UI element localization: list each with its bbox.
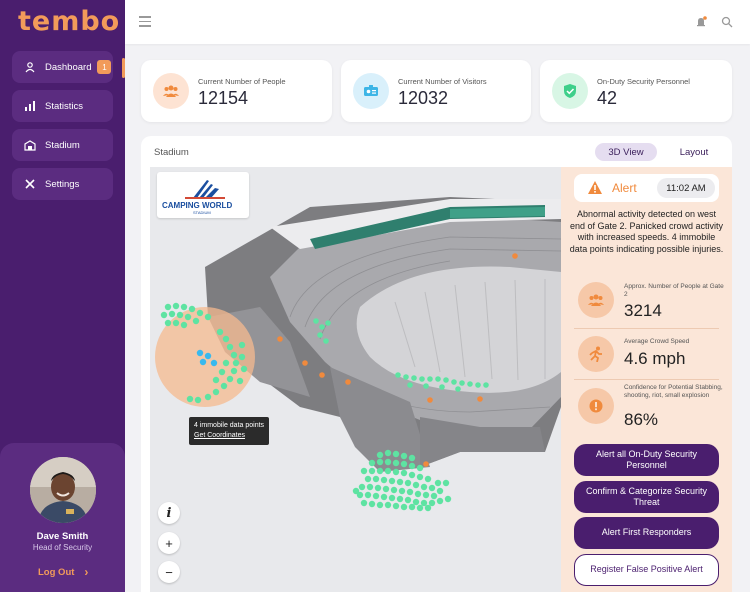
chevron-right-icon: ›: [84, 565, 89, 579]
venue-logo-text: CAMPING WORLD: [162, 201, 233, 210]
sidebar-item-dashboard[interactable]: Dashboard 1: [12, 51, 113, 83]
menu-icon[interactable]: [139, 16, 151, 30]
alert-header: Alert 11:02 AM: [574, 174, 719, 202]
search-icon[interactable]: [721, 15, 733, 33]
profile-role: Head of Security: [32, 543, 93, 552]
metric-label: Approx. Number of People at Gate 2: [624, 283, 724, 299]
sidebar-item-label: Settings: [45, 178, 80, 190]
tab-layout[interactable]: Layout: [663, 143, 725, 161]
logout-link[interactable]: Log Out ›: [38, 565, 88, 579]
stat-label: On-Duty Security Personnel: [597, 77, 690, 86]
top-bar: [125, 0, 750, 44]
shield-icon: [552, 73, 588, 109]
stat-value: 42: [597, 88, 618, 108]
warning-icon: [588, 181, 602, 194]
alert-title: Alert: [612, 181, 637, 195]
sidebar: tembo Dashboard 1 Statistics Stadium Set…: [0, 0, 125, 592]
divider: [574, 328, 719, 329]
tab-3d-view[interactable]: 3D View: [595, 143, 657, 161]
stat-card-security: On-Duty Security Personnel 42: [540, 60, 732, 122]
stat-card-visitors: Current Number of Visitors 12032: [341, 60, 531, 122]
metric-label: Average Crowd Speed: [624, 338, 690, 345]
profile-name: Dave Smith: [36, 531, 89, 542]
warning-circle-icon: [578, 388, 614, 424]
metric-label: Confidence for Potential Stabbing, shoot…: [624, 384, 723, 400]
id-card-icon: [353, 73, 389, 109]
stat-label: Current Number of People: [198, 77, 286, 86]
dashboard-icon: [23, 60, 37, 74]
active-indicator: [122, 58, 125, 78]
stat-label: Current Number of Visitors: [398, 77, 487, 86]
immobile-points-tooltip: 4 immobile data points Get Coordinates: [189, 417, 270, 445]
sidebar-item-label: Stadium: [45, 139, 80, 151]
zoom-out-button[interactable]: −: [158, 561, 180, 583]
sidebar-item-settings[interactable]: Settings: [12, 168, 113, 200]
sidebar-item-label: Dashboard: [45, 61, 92, 73]
alert-time: 11:02 AM: [657, 178, 715, 198]
stadium-icon: [23, 138, 37, 152]
venue-logo-subtext: STADIUM: [193, 210, 211, 215]
get-coordinates-link[interactable]: Get Coordinates: [194, 431, 264, 441]
people-icon: [578, 282, 614, 318]
avatar[interactable]: [30, 457, 96, 523]
stat-value: 12154: [198, 88, 249, 108]
notification-badge: 1: [97, 60, 112, 74]
register-false-positive-button[interactable]: Register False Positive Alert: [574, 554, 719, 586]
profile-card: Dave Smith Head of Security Log Out ›: [0, 443, 125, 592]
alert-all-security-button[interactable]: Alert all On-Duty Security Personnel: [574, 444, 719, 476]
zoom-in-button[interactable]: +: [158, 532, 180, 554]
alert-message: Abnormal activity detected on west end o…: [569, 209, 724, 255]
info-button[interactable]: i: [158, 502, 180, 524]
alert-first-responders-button[interactable]: Alert First Responders: [574, 517, 719, 549]
sidebar-item-statistics[interactable]: Statistics: [12, 90, 113, 122]
bell-icon[interactable]: [695, 15, 707, 33]
metric-value: 3214: [624, 301, 662, 320]
tooltip-text: 4 immobile data points: [194, 422, 265, 429]
stat-value: 12032: [398, 88, 449, 108]
stat-card-people: Current Number of People 12154: [141, 60, 332, 122]
app-logo: tembo: [18, 6, 121, 37]
sidebar-item-stadium[interactable]: Stadium: [12, 129, 113, 161]
running-icon: [578, 336, 614, 372]
divider: [574, 379, 719, 380]
crowd-overlay: [160, 253, 518, 512]
sidebar-item-label: Statistics: [45, 100, 84, 112]
alert-panel: Alert 11:02 AM Abnormal activity detecte…: [561, 167, 732, 592]
venue-logo-mark: [185, 180, 225, 199]
tools-icon: [23, 177, 37, 191]
confirm-categorize-threat-button[interactable]: Confirm & Categorize Security Threat: [574, 481, 719, 513]
panel-title: Stadium: [154, 147, 189, 158]
people-icon: [153, 73, 189, 109]
bar-chart-icon: [23, 99, 37, 113]
metric-value: 4.6 mph: [624, 349, 686, 368]
logout-label: Log Out: [38, 566, 75, 578]
stadium-3d-map[interactable]: CAMPING WORLD STADIUM 4 immobile data po…: [150, 167, 561, 592]
metric-value: 86%: [624, 410, 659, 429]
venue-logo: CAMPING WORLD STADIUM: [157, 172, 249, 218]
